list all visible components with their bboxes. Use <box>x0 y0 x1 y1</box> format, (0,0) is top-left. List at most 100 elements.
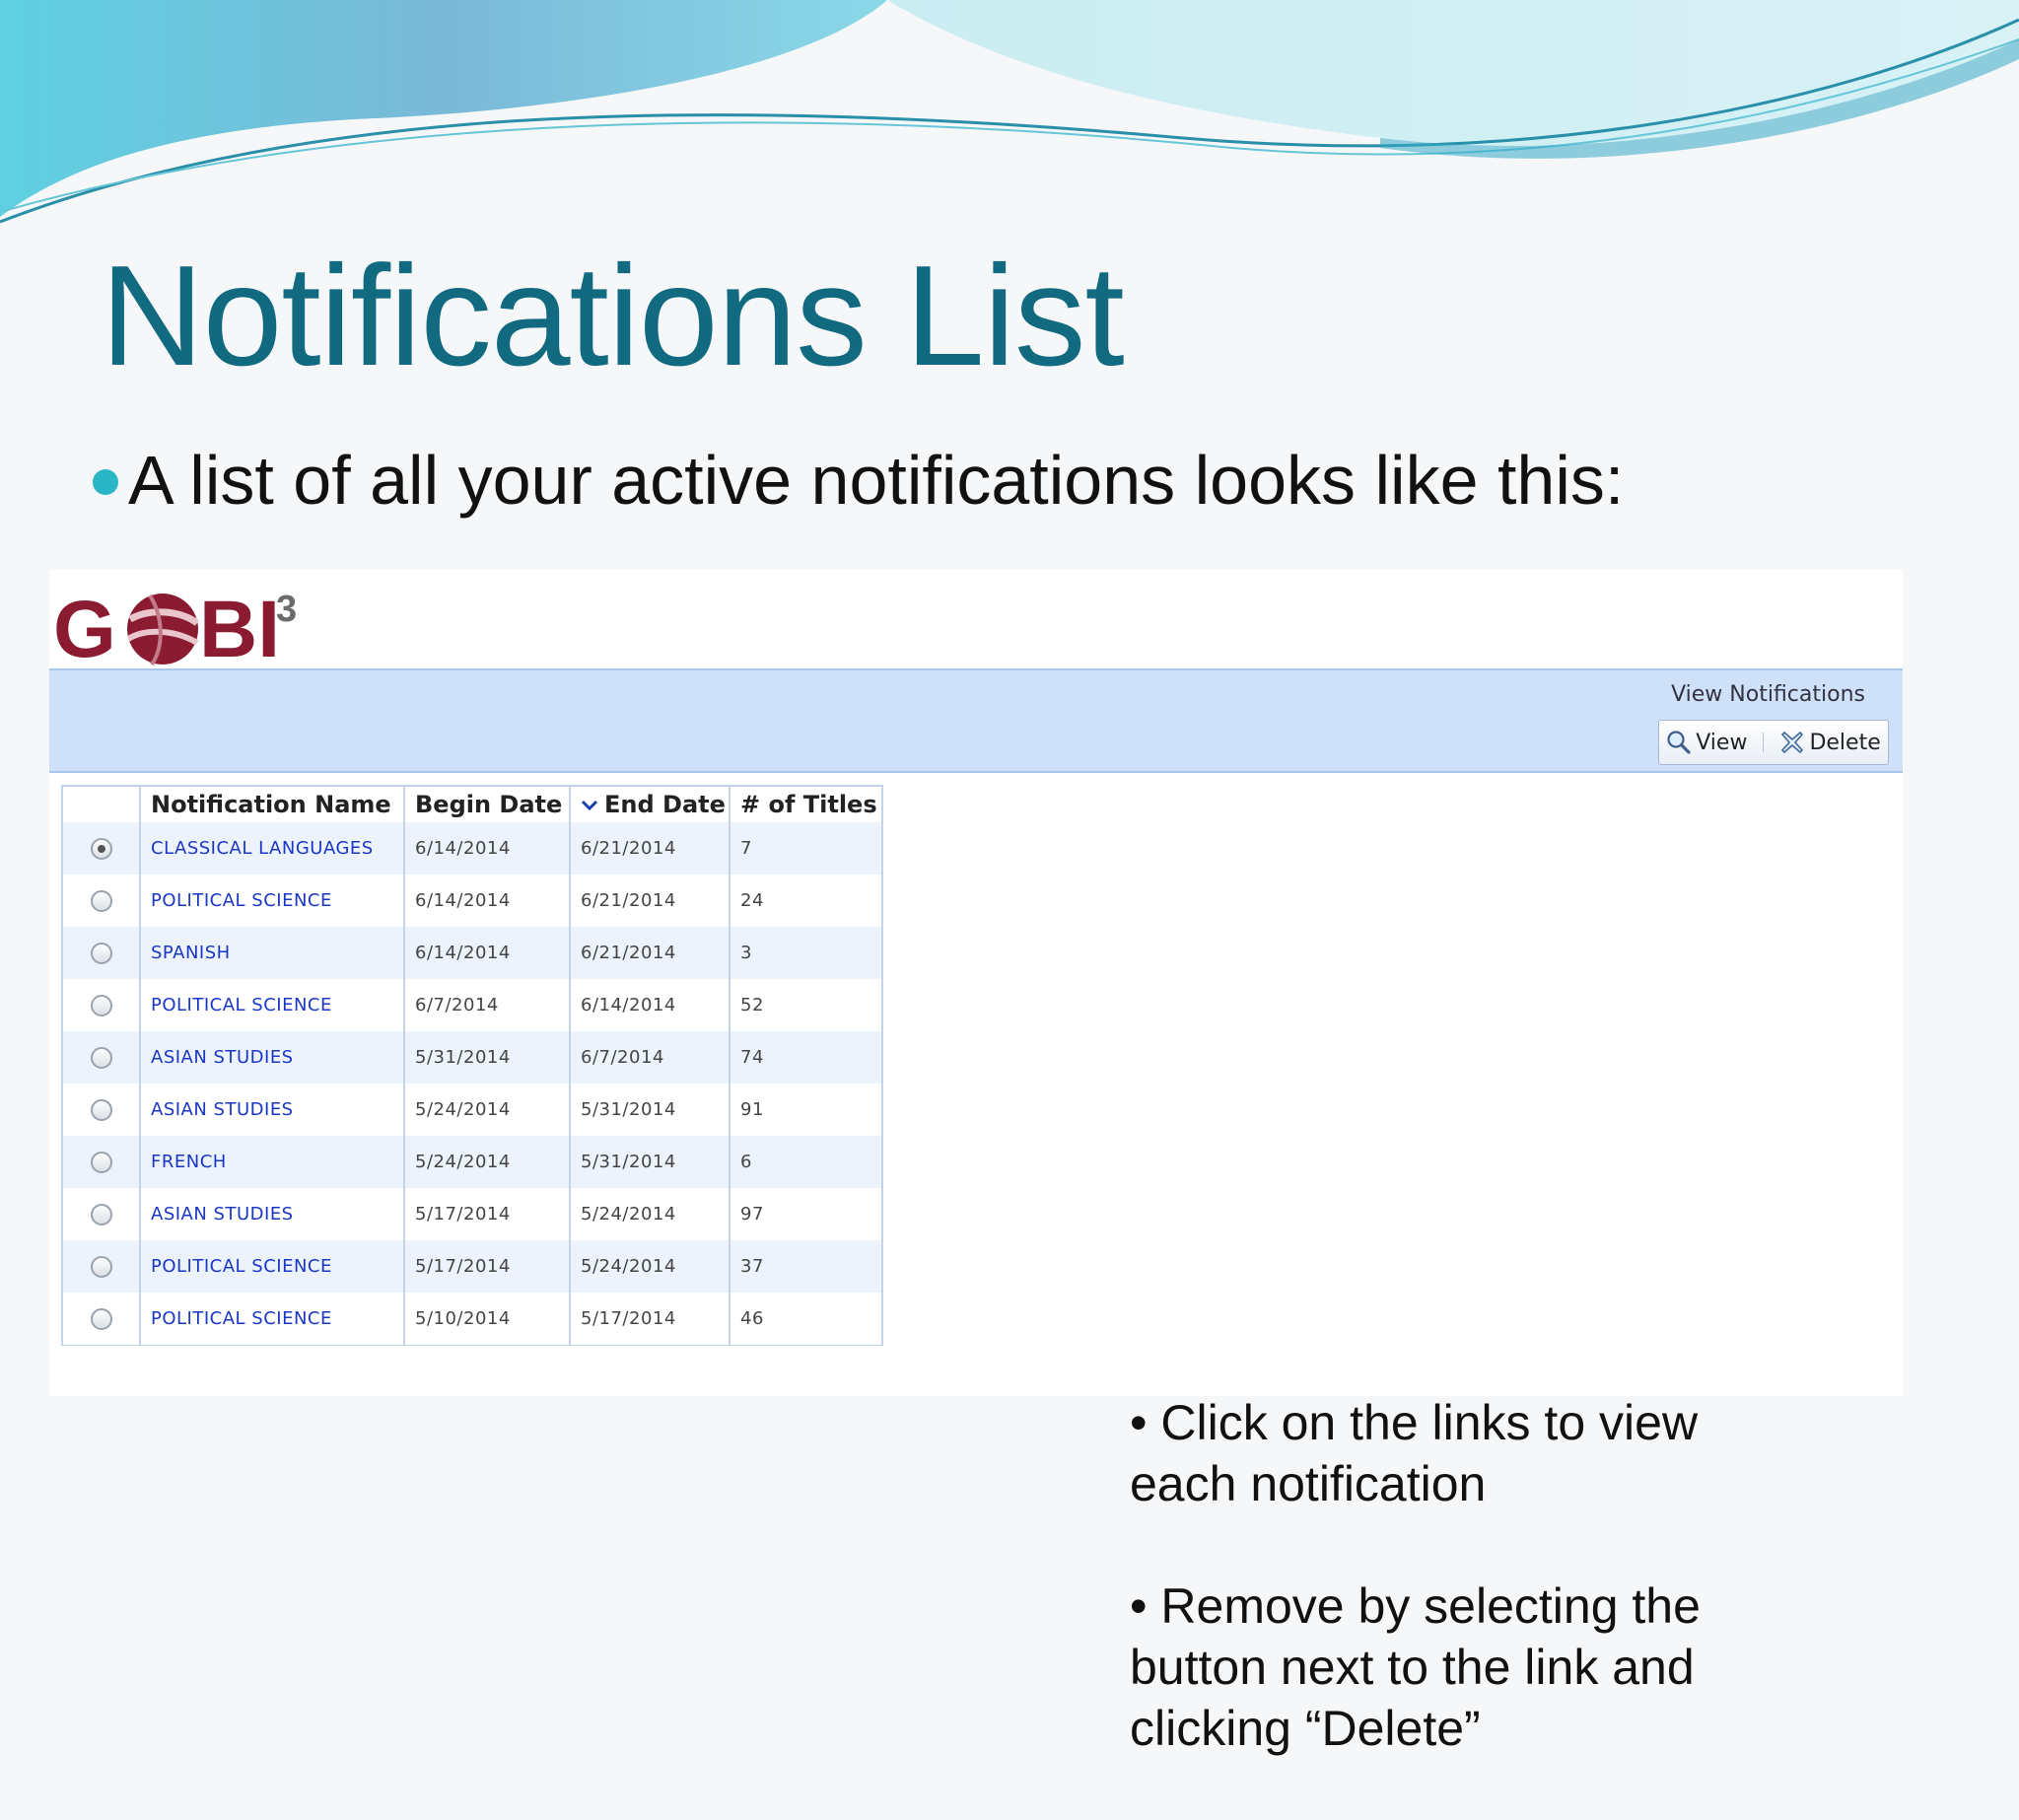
delete-x-icon <box>1781 731 1804 754</box>
select-cell <box>63 822 141 875</box>
end-date-cell: 5/17/2014 <box>570 1293 731 1345</box>
title-count-cell: 37 <box>730 1240 881 1293</box>
notification-link[interactable]: POLITICAL SCIENCE <box>151 1256 332 1277</box>
radio-button[interactable] <box>90 837 112 860</box>
notification-link[interactable]: SPANISH <box>151 943 231 963</box>
notification-link[interactable]: ASIAN STUDIES <box>151 1099 294 1120</box>
column-header-title-count[interactable]: # of Titles <box>730 787 881 822</box>
begin-date-cell: 5/10/2014 <box>404 1293 571 1345</box>
table-header-row: Notification Name Begin Date End Date # … <box>63 787 881 822</box>
begin-date-cell: 6/7/2014 <box>404 979 571 1031</box>
table-row: ASIAN STUDIES 5/17/2014 5/24/2014 97 <box>63 1188 881 1240</box>
svg-text:3: 3 <box>276 589 297 630</box>
slide-bullet: A list of all your active notifications … <box>93 446 1624 515</box>
begin-date-cell: 5/17/2014 <box>404 1188 571 1240</box>
delete-button-label: Delete <box>1809 730 1881 755</box>
title-count-cell: 97 <box>730 1188 881 1240</box>
notification-link[interactable]: POLITICAL SCIENCE <box>151 1308 332 1329</box>
svg-text:BI: BI <box>199 585 280 674</box>
button-separator <box>1763 733 1765 752</box>
bullet-dot <box>93 469 118 495</box>
end-date-cell: 5/24/2014 <box>570 1240 731 1293</box>
view-button[interactable]: View <box>1666 730 1747 755</box>
notification-link[interactable]: POLITICAL SCIENCE <box>151 995 332 1015</box>
table-row: ASIAN STUDIES 5/31/2014 6/7/2014 74 <box>63 1031 881 1084</box>
notification-name-cell: CLASSICAL LANGUAGES <box>140 822 405 875</box>
select-cell <box>63 1188 141 1240</box>
notification-link[interactable]: ASIAN STUDIES <box>151 1204 294 1225</box>
notification-name-cell: ASIAN STUDIES <box>140 1084 405 1136</box>
end-date-cell: 6/21/2014 <box>570 875 731 927</box>
begin-date-cell: 5/17/2014 <box>404 1240 571 1293</box>
table-row: FRENCH 5/24/2014 5/31/2014 6 <box>63 1136 881 1188</box>
magnifier-icon <box>1667 731 1691 754</box>
radio-button[interactable] <box>90 1046 112 1069</box>
svg-text:G: G <box>53 585 116 674</box>
table-row: POLITICAL SCIENCE 6/7/2014 6/14/2014 52 <box>63 979 881 1031</box>
title-count-cell: 46 <box>730 1293 881 1345</box>
radio-button[interactable] <box>90 1098 112 1121</box>
begin-date-cell: 6/14/2014 <box>404 875 571 927</box>
select-cell <box>63 979 141 1031</box>
notification-name-cell: POLITICAL SCIENCE <box>140 1293 405 1345</box>
wave-decoration <box>0 0 2019 224</box>
begin-date-cell: 6/14/2014 <box>404 927 571 979</box>
end-date-cell: 5/31/2014 <box>570 1084 731 1136</box>
radio-button[interactable] <box>90 1151 112 1173</box>
select-column-header <box>63 787 141 822</box>
notification-name-cell: POLITICAL SCIENCE <box>140 875 405 927</box>
notification-name-cell: FRENCH <box>140 1136 405 1188</box>
end-date-cell: 6/21/2014 <box>570 927 731 979</box>
radio-button[interactable] <box>90 942 112 964</box>
column-header-name[interactable]: Notification Name <box>140 787 405 822</box>
instructions-callout: • Click on the links to view each notifi… <box>1130 1392 1741 1820</box>
select-cell <box>63 1084 141 1136</box>
table-row: POLITICAL SCIENCE 5/17/2014 5/24/2014 37 <box>63 1240 881 1293</box>
begin-date-cell: 5/31/2014 <box>404 1031 571 1084</box>
end-date-cell: 5/24/2014 <box>570 1188 731 1240</box>
slide-title: Notifications List <box>101 236 1125 395</box>
radio-button[interactable] <box>90 994 112 1016</box>
select-cell <box>63 1031 141 1084</box>
notification-link[interactable]: FRENCH <box>151 1152 227 1172</box>
radio-button[interactable] <box>90 1307 112 1330</box>
begin-date-cell: 6/14/2014 <box>404 822 571 875</box>
notification-name-cell: SPANISH <box>140 927 405 979</box>
title-count-cell: 7 <box>730 822 881 875</box>
title-count-cell: 6 <box>730 1136 881 1188</box>
end-date-header-label: End Date <box>604 791 726 818</box>
column-header-begin-date[interactable]: Begin Date <box>404 787 571 822</box>
title-count-cell: 24 <box>730 875 881 927</box>
radio-button[interactable] <box>90 889 112 912</box>
column-header-end-date[interactable]: End Date <box>570 787 731 822</box>
table-row: CLASSICAL LANGUAGES 6/14/2014 6/21/2014 7 <box>63 822 881 875</box>
title-count-cell: 52 <box>730 979 881 1031</box>
title-count-cell: 74 <box>730 1031 881 1084</box>
notification-link[interactable]: POLITICAL SCIENCE <box>151 890 332 911</box>
toolbar-band: View Notifications View Delete <box>49 668 1903 773</box>
table-row: POLITICAL SCIENCE 6/14/2014 6/21/2014 24 <box>63 875 881 927</box>
page-heading: View Notifications <box>1671 682 1865 707</box>
callout-click-links: • Click on the links to view each notifi… <box>1130 1395 1699 1511</box>
select-cell <box>63 875 141 927</box>
delete-button[interactable]: Delete <box>1779 730 1881 755</box>
select-cell <box>63 927 141 979</box>
radio-button[interactable] <box>90 1203 112 1225</box>
table-row: POLITICAL SCIENCE 5/10/2014 5/17/2014 46 <box>63 1293 881 1345</box>
view-button-label: View <box>1696 730 1748 755</box>
select-cell <box>63 1293 141 1345</box>
select-cell <box>63 1240 141 1293</box>
sort-chevron-icon <box>581 800 598 811</box>
radio-button[interactable] <box>90 1255 112 1278</box>
end-date-cell: 6/21/2014 <box>570 822 731 875</box>
callout-remove: • Remove by selecting the button next to… <box>1130 1578 1701 1756</box>
begin-date-cell: 5/24/2014 <box>404 1136 571 1188</box>
notification-name-cell: ASIAN STUDIES <box>140 1031 405 1084</box>
notification-link[interactable]: CLASSICAL LANGUAGES <box>151 838 374 859</box>
select-cell <box>63 1136 141 1188</box>
notification-link[interactable]: ASIAN STUDIES <box>151 1047 294 1068</box>
table-row: SPANISH 6/14/2014 6/21/2014 3 <box>63 927 881 979</box>
table-row: ASIAN STUDIES 5/24/2014 5/31/2014 91 <box>63 1084 881 1136</box>
end-date-cell: 6/7/2014 <box>570 1031 731 1084</box>
title-count-cell: 3 <box>730 927 881 979</box>
